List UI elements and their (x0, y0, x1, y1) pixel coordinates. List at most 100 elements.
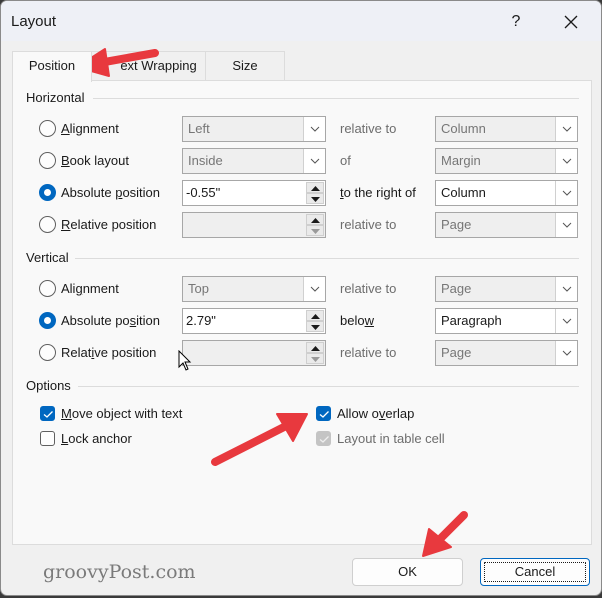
close-icon (564, 15, 578, 29)
h-relative-position-connector: relative to (340, 217, 397, 232)
ok-button[interactable]: OK (352, 558, 463, 586)
select-value: Inside (188, 153, 223, 168)
v-absolute-position-input[interactable]: 2.79" (182, 308, 326, 334)
mouse-cursor-icon (178, 350, 192, 371)
checkbox-unchecked (40, 431, 55, 446)
chevron-down-icon (303, 277, 325, 301)
radio-label: Absolute position (61, 313, 161, 328)
h-alignment-connector: relative to (340, 121, 397, 136)
radio-label: Relative position (61, 345, 157, 360)
checkmark-icon (319, 411, 329, 418)
v-relative-position-radio[interactable]: Relative position (39, 344, 156, 361)
title-bar: Layout ? (1, 1, 601, 41)
spin-down-arrow-icon[interactable] (306, 353, 324, 364)
spin-down-arrow-icon[interactable] (306, 193, 324, 204)
cancel-button[interactable]: Cancel (480, 558, 590, 586)
chevron-down-icon (303, 149, 325, 173)
h-absolute-position-input[interactable]: -0.55" (182, 180, 326, 206)
radio-label: Relative position (61, 217, 157, 232)
v-alignment-relative-select[interactable]: Page (435, 276, 578, 302)
select-value: Page (441, 345, 472, 360)
checkbox-label: Allow overlap (337, 406, 415, 421)
chevron-down-icon (555, 309, 577, 333)
spin-up-arrow-icon[interactable] (306, 342, 324, 353)
options-divider (78, 386, 579, 387)
h-book-layout-of-select[interactable]: Margin (435, 148, 578, 174)
lock-anchor-checkbox[interactable]: Lock anchor (40, 431, 132, 446)
radio-button (39, 344, 56, 361)
select-value: Page (441, 281, 472, 296)
h-book-layout-connector: of (340, 153, 351, 168)
vertical-divider (75, 258, 579, 259)
checkbox-checked (40, 406, 55, 421)
spin-up-arrow-icon[interactable] (306, 310, 324, 321)
ok-button-label: OK (398, 564, 417, 579)
h-alignment-relative-select[interactable]: Column (435, 116, 578, 142)
spin-down-arrow-icon[interactable] (306, 321, 324, 332)
v-absolute-position-below-select[interactable]: Paragraph (435, 308, 578, 334)
v-alignment-select[interactable]: Top (182, 276, 326, 302)
chevron-down-icon (303, 117, 325, 141)
vertical-group-label: Vertical (26, 250, 69, 265)
h-alignment-radio[interactable]: Alignment (39, 120, 119, 137)
h-book-layout-select[interactable]: Inside (182, 148, 326, 174)
v-absolute-position-radio[interactable]: Absolute position (39, 312, 160, 329)
select-value: Page (441, 217, 472, 232)
chevron-down-icon (555, 149, 577, 173)
h-relative-position-radio[interactable]: Relative position (39, 216, 156, 233)
close-button[interactable] (557, 8, 585, 36)
chevron-down-icon (555, 213, 577, 237)
input-value: -0.55" (186, 185, 221, 200)
h-alignment-select[interactable]: Left (182, 116, 326, 142)
radio-label: Book layout (61, 153, 129, 168)
layout-in-table-cell-checkbox[interactable]: Layout in table cell (316, 431, 445, 446)
chevron-down-icon (555, 117, 577, 141)
allow-overlap-checkbox[interactable]: Allow overlap (316, 406, 414, 421)
select-value: Paragraph (441, 313, 502, 328)
h-relative-position-relative-select[interactable]: Page (435, 212, 578, 238)
radio-button-selected (39, 184, 56, 201)
dialog-title: Layout (11, 13, 57, 30)
h-absolute-position-right-of-select[interactable]: Column (435, 180, 578, 206)
options-group-label: Options (26, 378, 71, 393)
h-absolute-position-connector: to the right of (340, 185, 416, 200)
v-absolute-position-connector: below (340, 313, 374, 328)
watermark: groovyPost.com (43, 561, 196, 583)
select-value: Top (188, 281, 209, 296)
checkbox-checked-disabled (316, 431, 331, 446)
chevron-down-icon (555, 181, 577, 205)
checkmark-icon (319, 436, 329, 443)
chevron-down-icon (555, 341, 577, 365)
checkmark-icon (43, 411, 53, 418)
radio-label: Alignment (61, 281, 119, 296)
select-value: Column (441, 121, 486, 136)
v-relative-position-input[interactable] (182, 340, 326, 366)
help-button[interactable]: ? (504, 10, 528, 34)
checkbox-checked (316, 406, 331, 421)
tab-position[interactable]: Position (12, 51, 92, 82)
h-relative-position-input[interactable] (182, 212, 326, 238)
v-relative-position-connector: relative to (340, 345, 397, 360)
chevron-down-icon (555, 277, 577, 301)
radio-button-selected (39, 312, 56, 329)
select-value: Left (188, 121, 210, 136)
cancel-button-label: Cancel (514, 564, 556, 579)
radio-label: Alignment (61, 121, 119, 136)
v-relative-position-relative-select[interactable]: Page (435, 340, 578, 366)
radio-button (39, 152, 56, 169)
h-book-layout-radio[interactable]: Book layout (39, 152, 129, 169)
v-alignment-connector: relative to (340, 281, 397, 296)
radio-label: Absolute position (61, 185, 161, 200)
spin-down-arrow-icon[interactable] (306, 225, 324, 236)
v-alignment-radio[interactable]: Alignment (39, 280, 119, 297)
h-absolute-position-radio[interactable]: Absolute position (39, 184, 160, 201)
checkbox-label: Lock anchor (61, 431, 132, 446)
move-object-with-text-checkbox[interactable]: Move object with text (40, 406, 182, 421)
tab-size[interactable]: Size (205, 51, 285, 81)
radio-button (39, 120, 56, 137)
spin-up-arrow-icon[interactable] (306, 214, 324, 225)
tab-text-wrapping[interactable]: ext Wrapping (91, 51, 206, 81)
checkbox-label: Move object with text (61, 406, 183, 421)
spin-up-arrow-icon[interactable] (306, 182, 324, 193)
select-value: Column (441, 185, 486, 200)
